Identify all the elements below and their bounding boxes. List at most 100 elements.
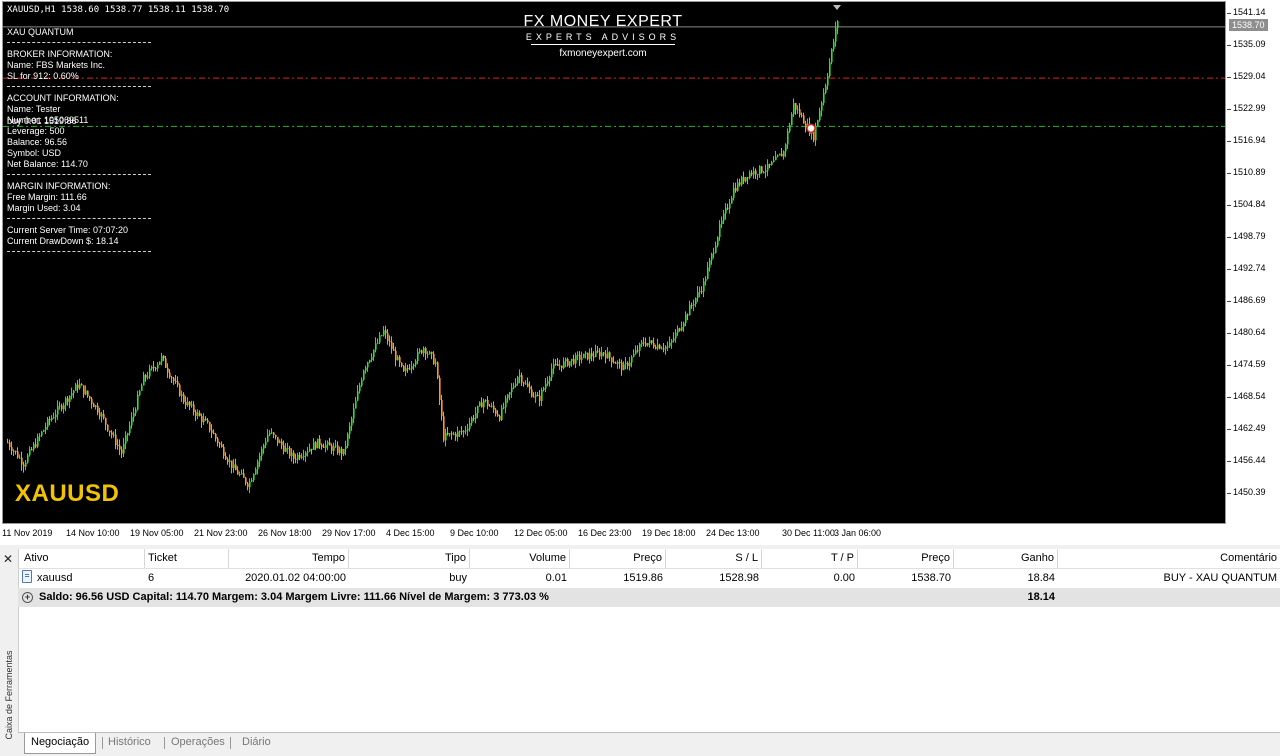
- trade-table: Ativo Ticket Tempo Tipo Volume Preço S /…: [18, 549, 1280, 607]
- candle-body: [549, 377, 551, 382]
- candle-body: [231, 460, 233, 469]
- candle-body: [225, 455, 227, 460]
- column-header-sl[interactable]: S / L: [666, 549, 762, 568]
- candle-body: [535, 394, 537, 397]
- candle-body: [591, 353, 593, 357]
- candle-body: [801, 115, 803, 117]
- time-tick-label: 19 Dec 18:00: [642, 528, 696, 538]
- column-header-preco[interactable]: Preço: [570, 549, 666, 568]
- candle-body: [343, 449, 345, 455]
- candle-body: [385, 330, 387, 334]
- candle-body: [785, 144, 787, 152]
- candle-body: [725, 207, 727, 214]
- chart-shift-icon[interactable]: [833, 5, 841, 10]
- candle-body: [69, 395, 71, 402]
- chart-window[interactable]: XAUUSD,H1 1538.60 1538.77 1538.11 1538.7…: [0, 0, 1280, 545]
- expand-icon[interactable]: +: [22, 592, 33, 603]
- column-header-ativo[interactable]: Ativo: [18, 549, 145, 568]
- candle-body: [695, 298, 697, 305]
- candle-body: [803, 115, 805, 124]
- candle-body: [765, 170, 767, 173]
- candle-body: [35, 444, 37, 447]
- column-header-tipo[interactable]: Tipo: [349, 549, 470, 568]
- candle-body: [559, 365, 561, 367]
- candle-body: [161, 355, 163, 362]
- column-header-tempo[interactable]: Tempo: [229, 549, 349, 568]
- candle-body: [87, 390, 89, 397]
- price-tick-label: 1492.74: [1233, 263, 1266, 273]
- price-tick-label: 1462.49: [1233, 423, 1266, 433]
- candle-body: [805, 123, 807, 128]
- candle-body: [407, 368, 409, 370]
- candle-body: [305, 452, 307, 456]
- candle-body: [691, 304, 693, 306]
- candle-body: [601, 352, 603, 357]
- candle-body: [111, 432, 113, 435]
- candle-body: [83, 385, 85, 395]
- candle-body: [417, 351, 419, 362]
- candle-body: [357, 391, 359, 401]
- column-header-preco-atual[interactable]: Preço: [858, 549, 954, 568]
- candle-body: [195, 411, 197, 416]
- close-icon[interactable]: ✕: [3, 553, 13, 565]
- candle-body: [819, 110, 821, 121]
- column-header-tp[interactable]: T / P: [762, 549, 858, 568]
- column-header-ticket[interactable]: Ticket: [145, 549, 229, 568]
- candle-body: [77, 384, 79, 389]
- tab-operacoes[interactable]: Operações: [165, 733, 231, 753]
- candle-body: [433, 353, 435, 365]
- candle-body: [517, 377, 519, 384]
- candle-body: [309, 448, 311, 452]
- price-chart[interactable]: XAUUSD,H1 1538.60 1538.77 1538.11 1538.7…: [2, 1, 1226, 524]
- candle-body: [115, 434, 117, 446]
- candle-body: [197, 412, 199, 416]
- candle-body: [423, 348, 425, 354]
- candle-body: [413, 364, 415, 367]
- candle-body: [467, 428, 469, 431]
- candle-body: [213, 432, 215, 434]
- candle-body: [753, 170, 755, 175]
- column-header-comentario[interactable]: Comentário: [1058, 549, 1280, 568]
- candle-body: [615, 362, 617, 364]
- candle-body: [205, 419, 207, 421]
- time-axis[interactable]: 11 Nov 2019 14 Nov 10:00 19 Nov 05:00 21 No…: [0, 526, 1228, 544]
- candle-body: [311, 448, 313, 450]
- candle-body: [125, 435, 127, 444]
- candle-body: [527, 383, 529, 387]
- candle-body: [711, 253, 713, 261]
- trade-entry-marker[interactable]: [806, 123, 816, 134]
- candle-body: [253, 474, 255, 481]
- candle-body: [509, 392, 511, 395]
- candle-body: [791, 114, 793, 126]
- cell-ganho: 18.84: [1027, 572, 1055, 584]
- candle-body: [643, 342, 645, 344]
- tab-diario[interactable]: Diário: [236, 733, 277, 753]
- candle-body: [375, 343, 377, 350]
- info-line: XAU QUANTUM: [7, 27, 74, 37]
- candle-body: [183, 394, 185, 402]
- candle-body: [337, 445, 339, 454]
- candle-body: [483, 400, 485, 408]
- candle-body: [91, 398, 93, 404]
- tab-negociacao[interactable]: Negociação: [24, 733, 97, 754]
- candle-body: [557, 364, 559, 366]
- candle-body: [683, 322, 685, 328]
- time-tick-label: 19 Nov 05:00: [130, 528, 184, 538]
- column-header-volume[interactable]: Volume: [470, 549, 570, 568]
- candle-body: [229, 460, 231, 463]
- time-tick-label: 14 Nov 10:00: [66, 528, 120, 538]
- account-summary-row[interactable]: + Saldo: 96.56 USD Capital: 114.70 Margem…: [18, 588, 1280, 607]
- candle-body: [739, 182, 741, 185]
- column-header-ganho[interactable]: Ganho: [954, 549, 1058, 568]
- candle-body: [141, 385, 143, 391]
- candle-body: [75, 384, 77, 391]
- price-axis[interactable]: 1538.70 1541.14 1535.09 1529.04 1522.99 1516…: [1227, 0, 1280, 545]
- candle-body: [177, 381, 179, 385]
- candle-body: [479, 402, 481, 406]
- table-row[interactable]: xauusd 6 2020.01.02 04:00:00 buy 0.01 15…: [18, 569, 1280, 588]
- candle-body: [673, 338, 675, 341]
- candle-body: [323, 446, 325, 448]
- tab-historico[interactable]: Histórico: [102, 733, 157, 753]
- candle-body: [585, 352, 587, 354]
- candle-body: [191, 404, 193, 406]
